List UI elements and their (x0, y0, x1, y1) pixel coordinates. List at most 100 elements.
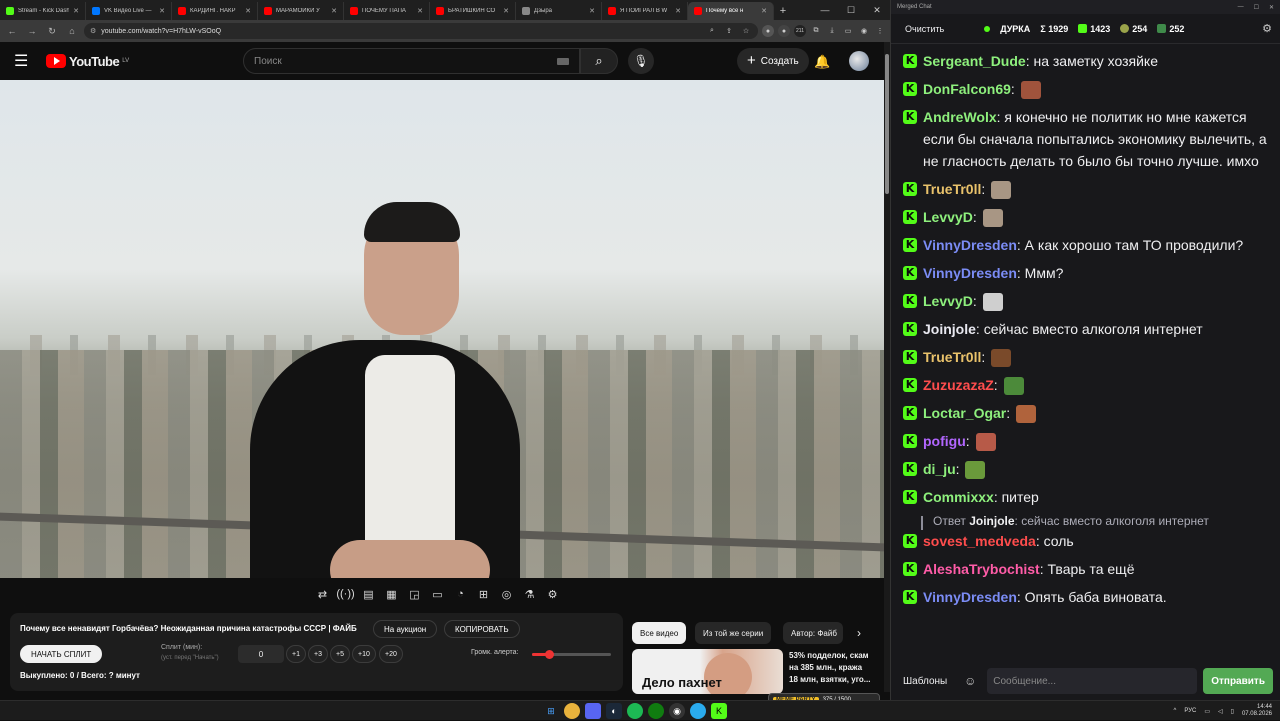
speed-icon[interactable]: ◔ (451, 584, 470, 604)
tab-close-icon[interactable]: ✕ (761, 7, 767, 15)
browser-tab[interactable]: Дзыра ✕ (516, 2, 602, 20)
menu-icon[interactable]: ☰ (14, 51, 32, 71)
chat-username[interactable]: Commixxx (923, 489, 994, 505)
split-step-button[interactable]: +20 (379, 645, 403, 663)
add-box-icon[interactable]: ⊞ (474, 584, 493, 604)
emote-icon[interactable] (991, 349, 1012, 368)
split-step-button[interactable]: +5 (330, 645, 350, 663)
picture-in-picture-icon[interactable]: ◲ (405, 584, 424, 604)
clear-button[interactable]: Очистить (899, 20, 950, 38)
share-icon[interactable]: ⇪ (723, 25, 735, 37)
site-info-icon[interactable]: ⚙ (90, 27, 96, 35)
extension-icon[interactable]: ● (762, 25, 774, 37)
chat-username[interactable]: AleshaTrybochist (923, 561, 1040, 577)
emote-icon[interactable] (1020, 81, 1041, 100)
tab-close-icon[interactable]: ✕ (417, 7, 423, 15)
split-step-button[interactable]: +10 (352, 645, 376, 663)
recommended-video-thumbnail[interactable]: Дело пахнет (632, 649, 783, 694)
back-icon[interactable]: ← (4, 23, 20, 39)
chat-username[interactable]: VinnyDresden (923, 265, 1017, 281)
tab-close-icon[interactable]: ✕ (503, 7, 509, 15)
templates-button[interactable]: Шаблоны (897, 672, 953, 691)
chat-username[interactable]: TrueTr0ll (923, 181, 981, 197)
obs-icon[interactable]: ◉ (669, 703, 685, 719)
chip-all-videos[interactable]: Все видео (632, 622, 687, 644)
extension-badge-icon[interactable]: 211 (794, 25, 806, 37)
send-button[interactable]: Отправить (1203, 668, 1273, 694)
kick-app-icon[interactable]: K (711, 703, 727, 719)
volume-icon[interactable]: ◁ (1218, 708, 1223, 715)
scrollbar-thumb[interactable] (885, 54, 889, 194)
alert-volume-knob[interactable] (545, 650, 555, 659)
battery-icon[interactable]: ▯ (1231, 708, 1234, 715)
playlist-icon[interactable]: ▤ (359, 584, 378, 604)
clock[interactable]: 14:44 07.08.2026 (1242, 704, 1272, 718)
loop-icon[interactable]: ⇄ (313, 584, 332, 604)
alert-volume-slider[interactable] (532, 650, 611, 659)
split-minutes-input[interactable]: 0 (238, 645, 284, 663)
download-icon[interactable]: ⤓ (826, 25, 838, 37)
steam-icon[interactable]: ◐ (606, 703, 622, 719)
emote-icon[interactable] (991, 181, 1012, 200)
youtube-logo[interactable]: YouTube LV (46, 54, 129, 69)
chip-author[interactable]: Автор: Файб (783, 622, 843, 644)
url-input[interactable]: ⚙ youtube.com/watch?v=H7hLW-vSOoQ ⌕ ⇪ ☆ (84, 23, 758, 39)
clapper-icon[interactable]: ▦ (382, 584, 401, 604)
language-indicator[interactable]: РУС (1184, 708, 1196, 714)
chrome-icon[interactable] (564, 703, 580, 719)
puzzle-icon[interactable]: ⧉ (810, 25, 822, 37)
chat-username[interactable]: DonFalcon69 (923, 81, 1011, 97)
chat-username[interactable]: LevvyD (923, 293, 973, 309)
xbox-icon[interactable] (648, 703, 664, 719)
settings-gear-icon[interactable]: ⚙ (543, 584, 562, 604)
chat-username[interactable]: TrueTr0ll (923, 349, 981, 365)
settings-gear-icon[interactable]: ⚙ (1262, 22, 1272, 35)
chat-username[interactable]: Sergeant_Dude (923, 53, 1026, 69)
discord-icon[interactable] (585, 703, 601, 719)
split-step-button[interactable]: +1 (286, 645, 306, 663)
close-icon[interactable]: ✕ (864, 0, 890, 20)
telegram-icon[interactable] (690, 703, 706, 719)
browser-tab[interactable]: ПОЧЕМУ ПАПА ✕ (344, 2, 430, 20)
search-button[interactable]: ⌕ (580, 48, 618, 74)
chat-username[interactable]: LevvyD (923, 209, 973, 225)
message-input[interactable]: Сообщение... (987, 668, 1198, 694)
emote-icon[interactable] (965, 461, 986, 480)
reply-reference[interactable]: Ответ Joinjole: сейчас вместо алкоголя и… (903, 514, 1269, 530)
split-step-button[interactable]: +3 (308, 645, 328, 663)
audio-icon[interactable]: ((·)) (336, 584, 355, 604)
maximize-icon[interactable]: ☐ (838, 0, 864, 20)
tab-close-icon[interactable]: ✕ (159, 7, 165, 15)
chat-username[interactable]: sovest_medveda (923, 533, 1036, 549)
browser-tab[interactable]: БРАТИШКИН СО ✕ (430, 2, 516, 20)
emote-icon[interactable] (1003, 377, 1024, 396)
chat-username[interactable]: pofigu (923, 433, 966, 449)
emote-icon[interactable] (982, 293, 1003, 312)
chat-username[interactable]: di_ju (923, 461, 956, 477)
tab-close-icon[interactable]: ✕ (73, 7, 79, 15)
keyboard-icon[interactable] (557, 57, 569, 65)
spotify-icon[interactable] (627, 703, 643, 719)
bookmark-star-icon[interactable]: ☆ (740, 25, 752, 37)
browser-tab[interactable]: КАРДИНГ. НАКР ✕ (172, 2, 258, 20)
chat-message-list[interactable]: K Sergeant_Dude: на заметку хозяйке K DonFa… (891, 44, 1280, 660)
tab-close-icon[interactable]: ✕ (245, 7, 251, 15)
create-button[interactable]: + Создать (737, 48, 809, 74)
network-icon[interactable]: ▭ (1204, 708, 1210, 715)
menu-icon[interactable]: ⋮ (874, 25, 886, 37)
chat-username[interactable]: VinnyDresden (923, 237, 1017, 253)
search-input[interactable]: Поиск (243, 48, 580, 74)
recommended-video-title[interactable]: 53% подделок, скам на 385 млн., кража 18… (789, 650, 879, 686)
tab-close-icon[interactable]: ✕ (331, 7, 337, 15)
chip-same-series[interactable]: Из той же серии (695, 622, 772, 644)
chat-username[interactable]: AndreWolx (923, 109, 997, 125)
chat-username[interactable]: Joinjole (923, 321, 976, 337)
chat-username[interactable]: VinnyDresden (923, 589, 1017, 605)
emote-icon[interactable] (975, 433, 996, 452)
avatar[interactable] (849, 51, 869, 71)
tab-close-icon[interactable]: ✕ (589, 7, 595, 15)
flask-icon[interactable]: ⚗ (520, 584, 539, 604)
search-icon[interactable]: ⌕ (706, 25, 718, 37)
chevron-right-icon[interactable]: › (848, 622, 870, 644)
minimize-icon[interactable]: — (1238, 4, 1244, 11)
